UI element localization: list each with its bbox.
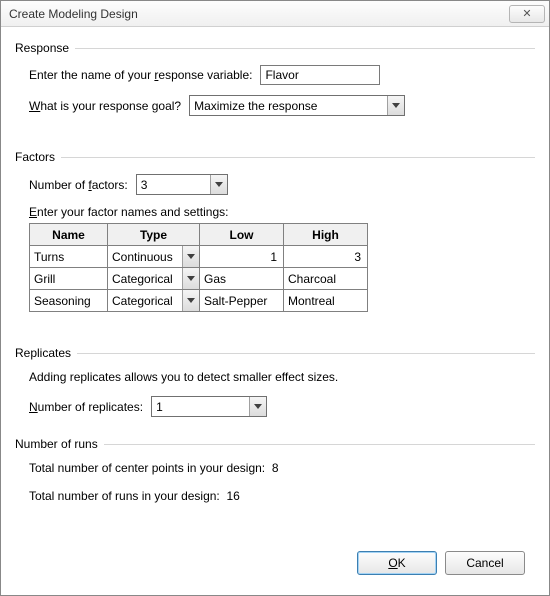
factor-table: Name Type Low High TurnsContinuous13Gril… — [29, 223, 368, 312]
table-header-row: Name Type Low High — [30, 224, 368, 246]
col-header-low: Low — [200, 224, 284, 246]
chevron-down-icon — [249, 397, 266, 416]
dialog-content: Response Enter the name of your response… — [1, 27, 549, 595]
group-factors: Factors Number of factors: 3 — [15, 150, 535, 318]
divider — [61, 157, 535, 158]
factor-high-cell[interactable]: Montreal — [284, 290, 368, 312]
replicates-desc: Adding replicates allows you to detect s… — [29, 370, 535, 384]
chevron-down-icon — [387, 96, 404, 115]
close-icon: ✕ — [522, 7, 531, 20]
factor-name-cell[interactable]: Turns — [30, 246, 108, 268]
factor-type-cell[interactable]: Categorical — [108, 268, 200, 290]
factor-high-cell[interactable]: 3 — [284, 246, 368, 268]
divider — [104, 444, 535, 445]
close-button[interactable]: ✕ — [509, 5, 545, 23]
divider — [77, 353, 535, 354]
total-runs-value: 16 — [226, 489, 239, 503]
factor-table-label: Enter your factor names and settings: — [29, 205, 228, 219]
chevron-down-icon — [210, 175, 227, 194]
table-row: SeasoningCategoricalSalt-PepperMontreal — [30, 290, 368, 312]
table-row: GrillCategoricalGasCharcoal — [30, 268, 368, 290]
factor-low-cell[interactable]: Salt-Pepper — [200, 290, 284, 312]
factor-low-cell[interactable]: Gas — [200, 268, 284, 290]
dialog-footer: OK Cancel — [15, 543, 535, 585]
num-replicates-select[interactable]: 1 — [151, 396, 267, 417]
group-runs: Number of runs Total number of center po… — [15, 437, 535, 523]
group-replicates: Replicates Adding replicates allows you … — [15, 346, 535, 433]
group-factors-title: Factors — [15, 150, 61, 164]
total-runs-line: Total number of runs in your design: 16 — [29, 489, 535, 503]
titlebar: Create Modeling Design ✕ — [1, 1, 549, 27]
window-title: Create Modeling Design — [9, 7, 509, 21]
ok-button[interactable]: OK — [357, 551, 437, 575]
divider — [75, 48, 535, 49]
col-header-high: High — [284, 224, 368, 246]
response-name-input[interactable] — [260, 65, 380, 85]
factor-name-cell[interactable]: Seasoning — [30, 290, 108, 312]
group-runs-title: Number of runs — [15, 437, 104, 451]
group-response-title: Response — [15, 41, 75, 55]
dialog-window: Create Modeling Design ✕ Response Enter … — [0, 0, 550, 596]
factor-low-cell[interactable]: 1 — [200, 246, 284, 268]
response-name-label: Enter the name of your response variable… — [29, 68, 252, 82]
group-replicates-title: Replicates — [15, 346, 77, 360]
factor-type-cell[interactable]: Categorical — [108, 290, 200, 312]
chevron-down-icon — [182, 246, 199, 267]
response-goal-select[interactable]: Maximize the response — [189, 95, 405, 116]
col-header-type: Type — [108, 224, 200, 246]
col-header-name: Name — [30, 224, 108, 246]
factor-type-cell[interactable]: Continuous — [108, 246, 200, 268]
num-factors-label: Number of factors: — [29, 178, 128, 192]
cancel-button[interactable]: Cancel — [445, 551, 525, 575]
chevron-down-icon — [182, 268, 199, 289]
center-points-line: Total number of center points in your de… — [29, 461, 535, 475]
table-row: TurnsContinuous13 — [30, 246, 368, 268]
group-response: Response Enter the name of your response… — [15, 41, 535, 132]
response-goal-label: What is your response goal? — [29, 99, 181, 113]
num-factors-select[interactable]: 3 — [136, 174, 228, 195]
factor-high-cell[interactable]: Charcoal — [284, 268, 368, 290]
center-points-value: 8 — [272, 461, 279, 475]
chevron-down-icon — [182, 290, 199, 311]
num-replicates-label: Number of replicates: — [29, 400, 143, 414]
factor-name-cell[interactable]: Grill — [30, 268, 108, 290]
